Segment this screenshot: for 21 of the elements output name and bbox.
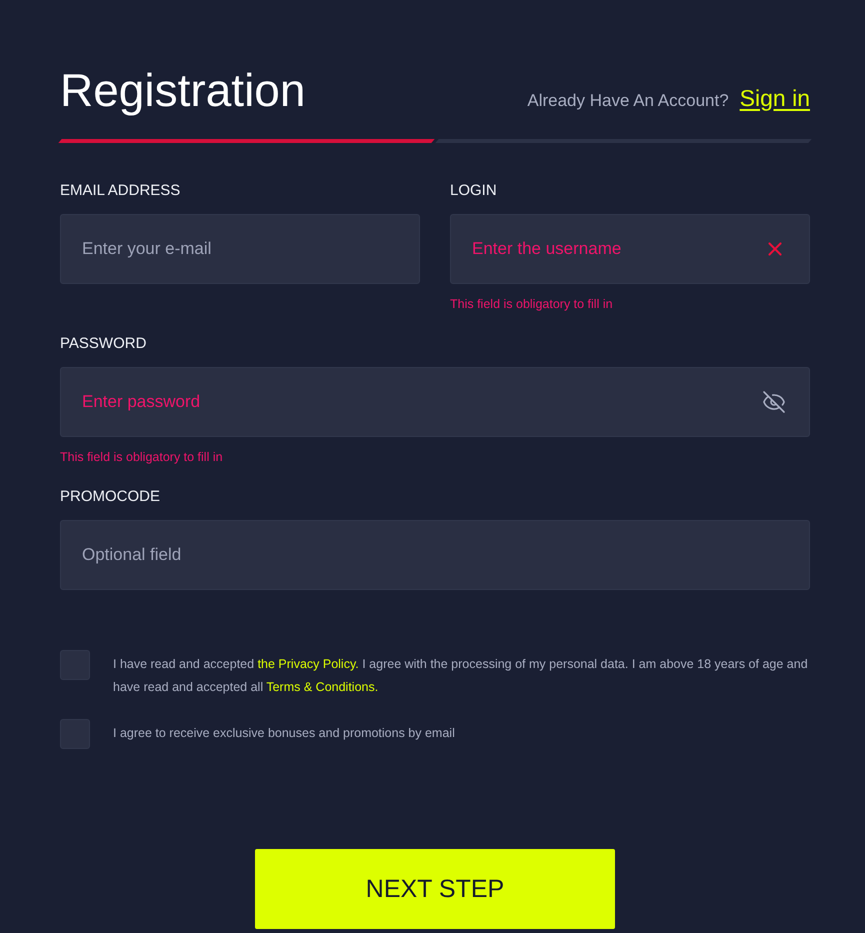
field-label: PROMOCODE (60, 487, 162, 507)
text-link[interactable]: Terms & Conditions. (266, 680, 378, 694)
consent-text: I have read and accepted the Privacy Policy. I agree with the processing of my personal data. I am above 18 years of age and have read and accepted all Terms & Conditions. (113, 656, 809, 696)
checkbox[interactable] (60, 719, 90, 749)
field-label: LOGIN (450, 181, 498, 201)
consent-text: I agree to receive exclusive bonuses and promotions by email (113, 725, 455, 742)
page-title: Registration (60, 63, 306, 118)
input-field[interactable]: Optional field (60, 520, 810, 590)
text-link[interactable]: the Privacy Policy. (258, 657, 359, 671)
next-step-button[interactable]: NEXT STEP (255, 849, 615, 929)
error-message: This field is obligatory to fill in (60, 449, 224, 465)
account-prompt: Already Have An Account? (527, 91, 729, 111)
eye-slash-icon[interactable] (762, 390, 786, 414)
sign-in-link[interactable]: Sign in (740, 85, 810, 112)
error-message: This field is obligatory to fill in (450, 296, 614, 312)
password-field[interactable]: Enter password (60, 367, 810, 437)
email-field[interactable]: Enter your e-mail (60, 214, 420, 284)
field-label: EMAIL ADDRESS (60, 181, 182, 201)
input-field[interactable]: Enter the username (450, 214, 810, 284)
checkbox[interactable] (60, 650, 90, 680)
field-label: PASSWORD (60, 334, 148, 354)
